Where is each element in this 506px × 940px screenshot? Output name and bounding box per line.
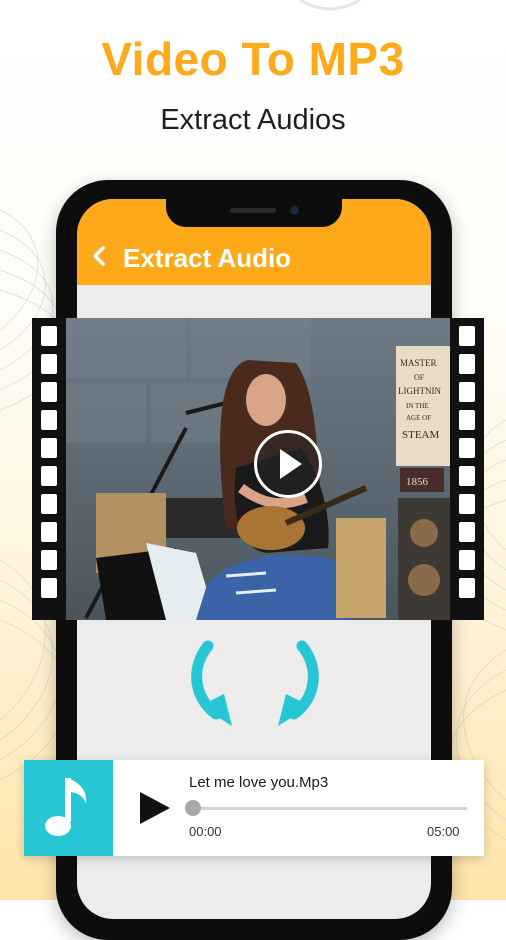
- curved-arrow-down-icon: [191, 640, 319, 726]
- promo-subheadline: Extract Audios: [160, 104, 346, 136]
- svg-text:1856: 1856: [406, 476, 429, 488]
- svg-text:OF: OF: [414, 373, 425, 382]
- video-play-button[interactable]: [254, 430, 322, 498]
- promo-headline: Video To MP3: [101, 33, 405, 85]
- speaker-grille: [230, 208, 276, 213]
- play-icon[interactable]: [136, 790, 172, 826]
- svg-text:AGE OF: AGE OF: [406, 414, 431, 422]
- audio-player-card: Let me love you.Mp3 00:00 05:00: [24, 760, 484, 856]
- svg-text:STEAM: STEAM: [402, 429, 440, 441]
- chevron-left-icon[interactable]: [89, 245, 111, 267]
- svg-text:IN THE: IN THE: [406, 402, 429, 410]
- progress-track[interactable]: [189, 807, 467, 810]
- app-bar-title: Extract Audio: [123, 243, 292, 273]
- play-icon: [280, 449, 302, 479]
- video-thumbnail[interactable]: MASTER OF LIGHTNIN IN THE AGE OF STEAM 1…: [32, 318, 484, 620]
- music-note-icon: [45, 778, 87, 836]
- camera-icon: [290, 206, 299, 215]
- current-time: 00:00: [189, 824, 222, 839]
- track-name: Let me love you.Mp3: [189, 774, 329, 791]
- video-frame: MASTER OF LIGHTNIN IN THE AGE OF STEAM 1…: [66, 318, 450, 620]
- app-bar: Extract Audio: [77, 199, 431, 285]
- progress-knob[interactable]: [185, 800, 201, 816]
- duration: 05:00: [427, 824, 460, 839]
- phone-notch: [166, 199, 342, 227]
- svg-text:LIGHTNIN: LIGHTNIN: [398, 386, 441, 396]
- film-strip-right: [450, 318, 484, 620]
- film-strip-left: [32, 318, 66, 620]
- music-tile: [24, 760, 113, 856]
- svg-text:MASTER: MASTER: [400, 358, 437, 368]
